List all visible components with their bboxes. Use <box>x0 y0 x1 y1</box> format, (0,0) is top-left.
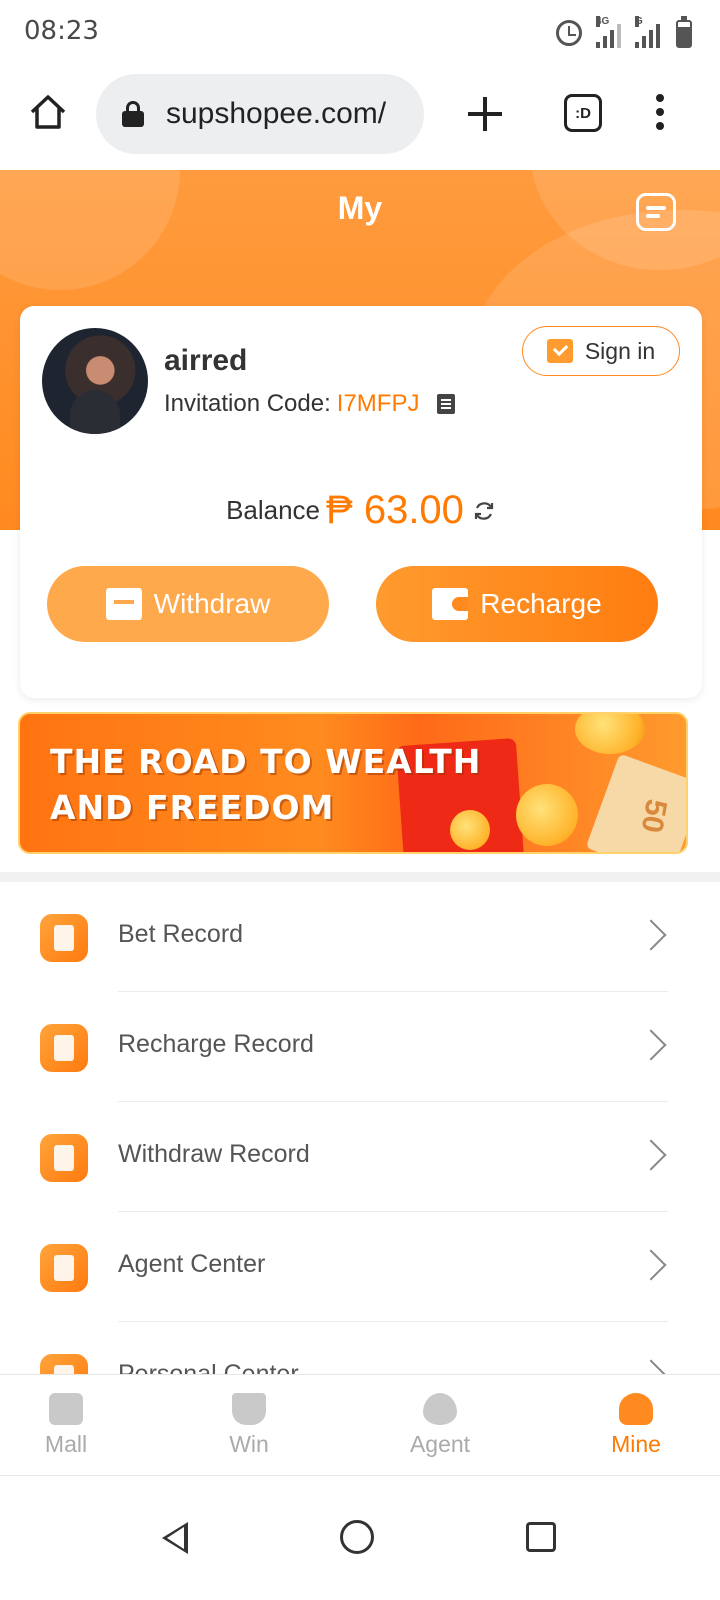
menu-item-agent-center[interactable]: Agent Center <box>0 1212 720 1322</box>
recent-apps-icon[interactable] <box>526 1522 556 1552</box>
tab-switcher-button[interactable]: :D <box>564 94 602 132</box>
chevron-right-icon <box>635 1139 667 1171</box>
banner-headline-line-2: AND FREEDOM <box>50 788 335 827</box>
system-navigation-bar <box>0 1476 720 1600</box>
menu-item-bet-record[interactable]: Bet Record <box>0 882 720 992</box>
decor-circle <box>0 170 180 290</box>
back-icon[interactable] <box>162 1522 188 1554</box>
balance-value: ₱ 63.00 <box>326 488 464 532</box>
agent-center-icon <box>40 1244 88 1292</box>
sign-in-button[interactable]: Sign in <box>522 326 680 376</box>
balance-row: Balance ₱ 63.00 <box>20 488 702 533</box>
withdraw-record-icon <box>40 1134 88 1182</box>
ticket-text: 50 <box>634 796 673 836</box>
invitation-row: Invitation Code: I7MFPJ <box>164 390 456 418</box>
coin-graphic <box>575 714 645 754</box>
menu-item-personal-center[interactable]: Personal Center <box>0 1322 720 1374</box>
menu-item-label: Recharge Record <box>118 1030 314 1058</box>
menu-item-recharge-record[interactable]: Recharge Record <box>0 992 720 1102</box>
alarm-icon <box>556 20 582 46</box>
sign-in-label: Sign in <box>584 337 656 364</box>
copy-icon[interactable] <box>437 394 456 414</box>
url-text: supshopee.com/ <box>166 97 387 130</box>
menu-item-withdraw-record[interactable]: Withdraw Record <box>0 1102 720 1212</box>
page-title: My <box>337 190 383 226</box>
menu-item-label: Withdraw Record <box>118 1140 310 1168</box>
chevron-right-icon <box>635 1249 667 1281</box>
new-tab-icon[interactable] <box>468 97 502 131</box>
chevron-right-icon <box>635 1359 667 1374</box>
trophy-icon <box>232 1393 266 1425</box>
mall-icon <box>49 1393 83 1425</box>
address-bar[interactable]: supshopee.com/ <box>96 74 424 154</box>
section-divider <box>0 872 720 882</box>
network-4g-label: 4G <box>596 16 610 27</box>
ticket-graphic: 50 <box>585 753 686 852</box>
bottom-navigation: Mall Win Agent Mine <box>0 1374 720 1476</box>
calendar-check-icon <box>546 339 573 363</box>
wallet-icon <box>432 588 469 620</box>
menu-item-label: Personal Center <box>118 1360 299 1374</box>
nav-item-win[interactable]: Win <box>189 1393 309 1458</box>
recharge-record-icon <box>40 1024 88 1072</box>
invitation-code: I7MFPJ <box>336 390 420 417</box>
withdraw-button[interactable]: Withdraw <box>47 566 329 642</box>
recharge-label: Recharge <box>480 588 602 619</box>
status-time: 08:23 <box>24 16 99 46</box>
message-icon[interactable] <box>636 193 676 231</box>
person-icon <box>619 1393 653 1425</box>
withdraw-card-icon <box>105 588 142 620</box>
signal-g-icon: G <box>635 16 660 48</box>
invitation-label: Invitation Code: <box>164 390 331 417</box>
balance-label: Balance <box>226 495 321 525</box>
signal-4g-icon: 4G <box>596 16 621 48</box>
menu-item-label: Bet Record <box>118 920 244 948</box>
home-icon[interactable] <box>28 92 68 132</box>
coin-graphic <box>516 784 578 846</box>
coin-graphic <box>450 810 490 850</box>
chevron-right-icon <box>635 919 667 951</box>
profile-card: airred Invitation Code: I7MFPJ Sign in B… <box>20 306 702 698</box>
nav-label: Agent <box>409 1431 471 1457</box>
personal-center-icon <box>40 1354 88 1374</box>
banner-headline-line-1: THE ROAD TO WEALTH <box>50 742 482 781</box>
status-icons: 4G G <box>556 14 692 48</box>
nav-item-agent[interactable]: Agent <box>380 1393 500 1458</box>
chevron-right-icon <box>635 1029 667 1061</box>
heart-handshake-icon <box>423 1393 457 1425</box>
recharge-button[interactable]: Recharge <box>376 566 658 642</box>
refresh-icon[interactable] <box>472 499 496 523</box>
nav-label: Mine <box>611 1431 661 1457</box>
browser-toolbar: supshopee.com/ :D <box>0 62 720 170</box>
username: airred <box>164 344 248 377</box>
nav-item-mine[interactable]: Mine <box>576 1393 696 1458</box>
menu-item-label: Agent Center <box>118 1250 266 1278</box>
network-g-label: G <box>635 16 643 27</box>
nav-label: Mall <box>44 1431 88 1457</box>
lock-icon <box>122 101 144 127</box>
home-circle-icon[interactable] <box>340 1520 374 1554</box>
status-bar: 08:23 4G G <box>0 0 720 62</box>
menu-list: Bet Record Recharge Record Withdraw Reco… <box>0 882 720 1374</box>
withdraw-label: Withdraw <box>153 588 271 619</box>
nav-label: Win <box>229 1431 269 1457</box>
battery-icon <box>676 16 692 48</box>
browser-menu-icon[interactable] <box>656 94 664 132</box>
avatar[interactable] <box>42 328 148 434</box>
bet-record-icon <box>40 914 88 962</box>
nav-item-mall[interactable]: Mall <box>6 1393 126 1458</box>
promo-banner[interactable]: 50 THE ROAD TO WEALTH AND FREEDOM <box>18 712 688 854</box>
